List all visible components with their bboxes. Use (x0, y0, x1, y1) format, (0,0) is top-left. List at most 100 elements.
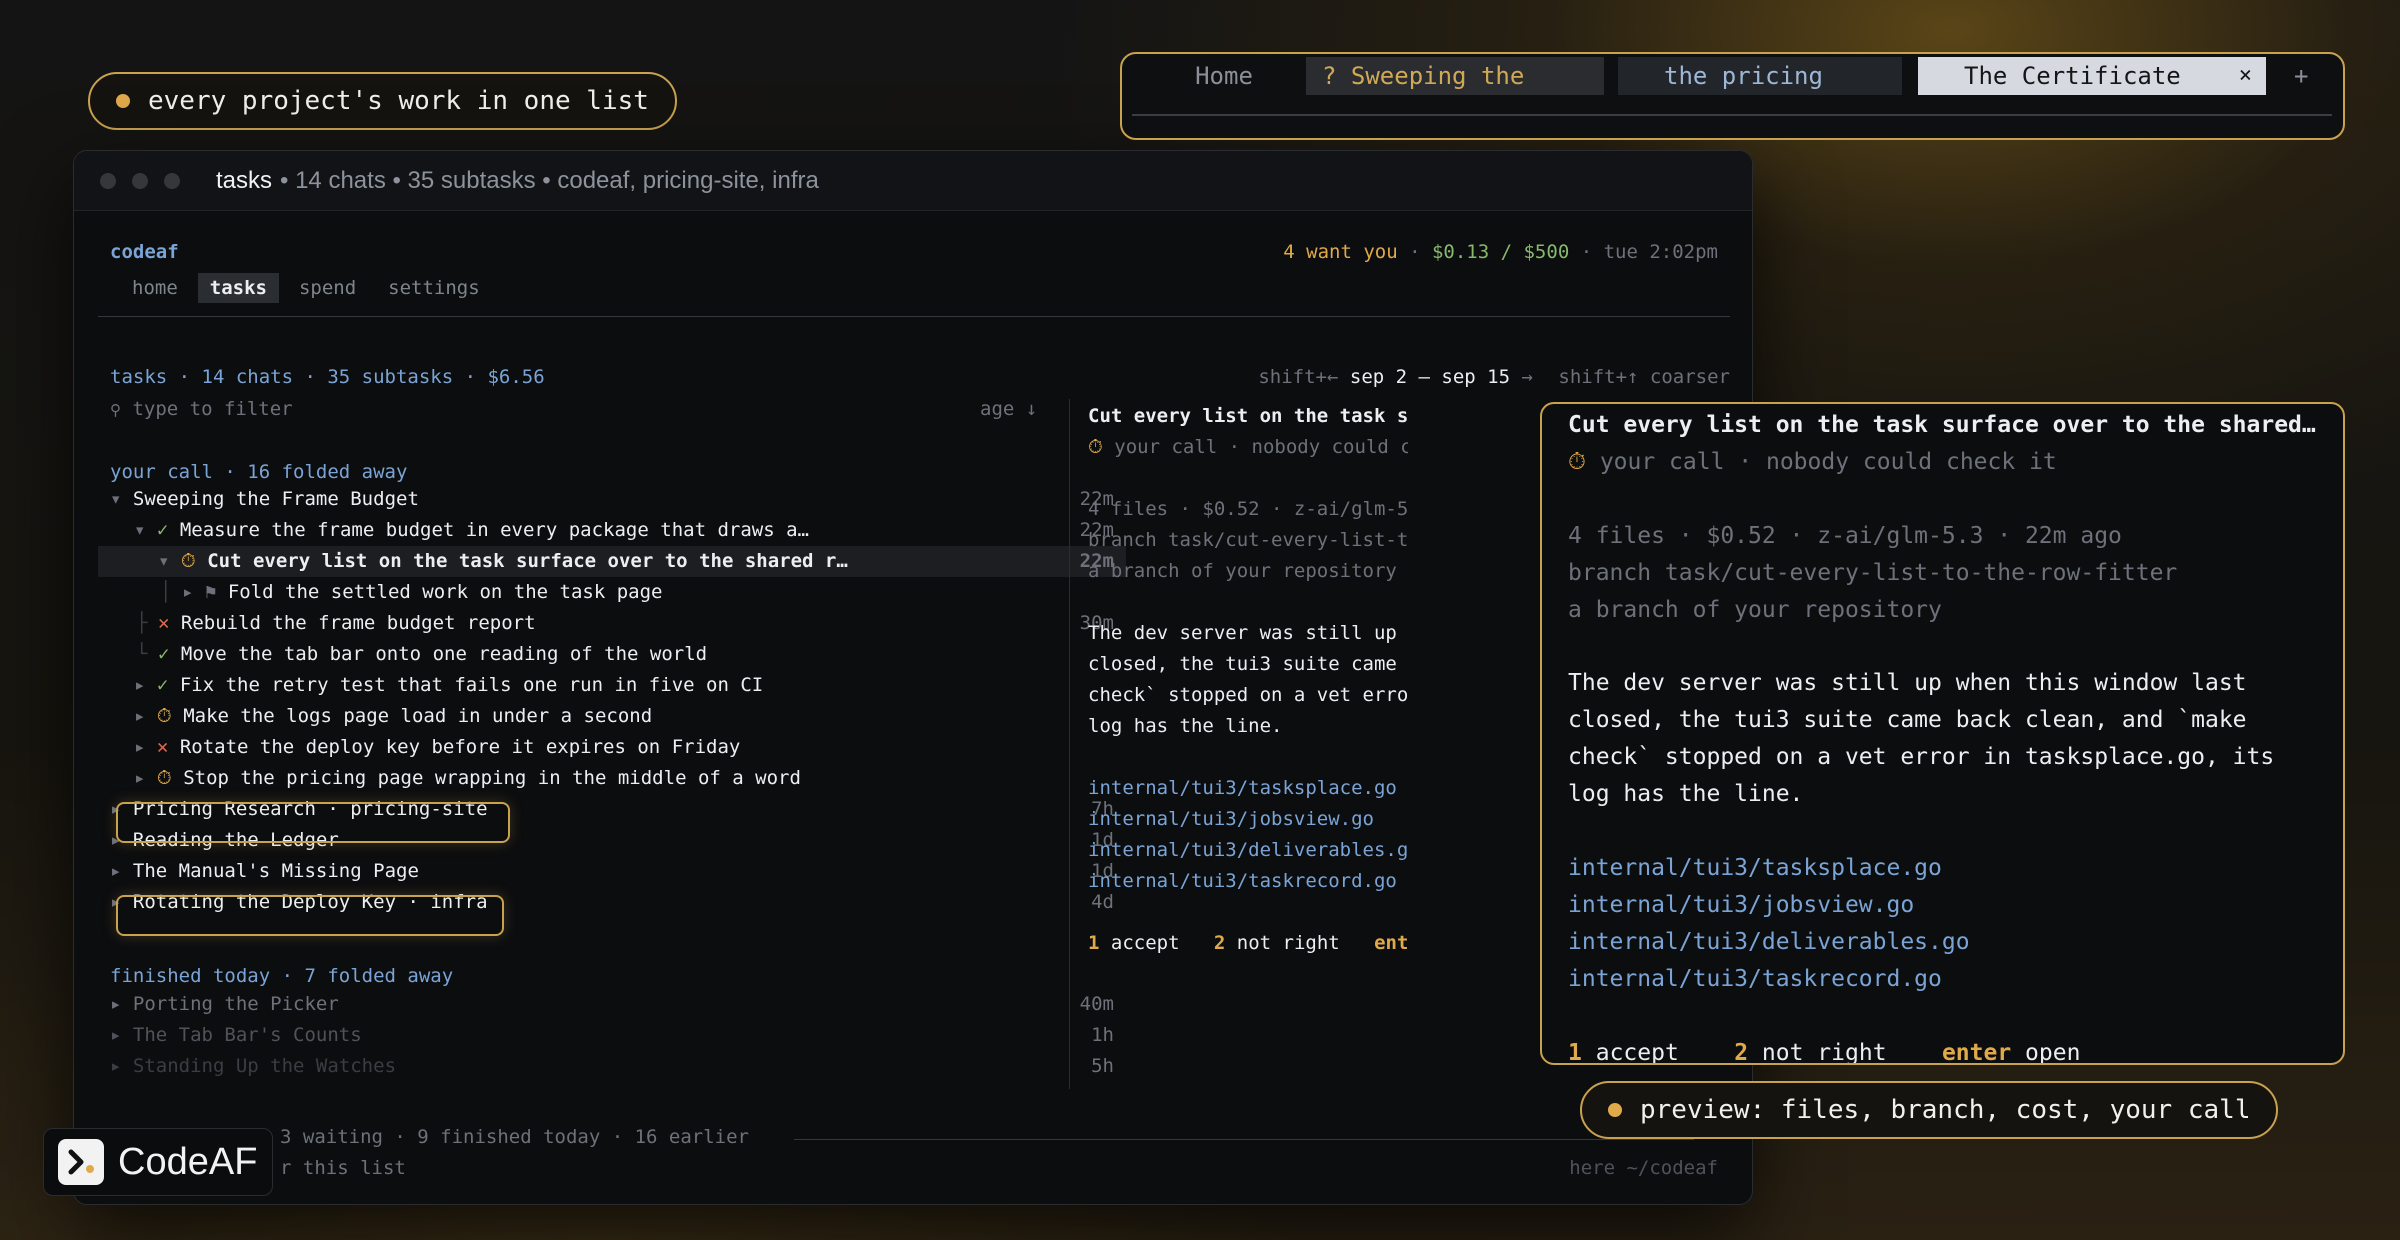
task-title: The Manual's Missing Page (132, 860, 419, 882)
tab-certificate[interactable]: The Certificate × (1918, 57, 2266, 95)
open-action[interactable]: enter open (1374, 932, 1408, 954)
minimize-dot[interactable] (132, 172, 148, 189)
preview-file-link[interactable]: internal/tui3/tasksplace.go (1568, 855, 1942, 881)
preview-body-line: log has the line. (1568, 781, 1804, 807)
range-next-hint[interactable]: → (1522, 366, 1533, 388)
tab-underline (1132, 114, 2332, 116)
file-link[interactable]: internal/tui3/taskrecord.go (1088, 866, 1408, 897)
filter-field[interactable]: ⚲ type to filter (110, 398, 293, 420)
accept-action[interactable]: 1 accept (1088, 932, 1180, 954)
want-you-count[interactable]: 4 want you (1283, 241, 1397, 263)
callout-text: preview: files, branch, cost, your call (1640, 1095, 2251, 1125)
preview-actions: 1 accept 2 not right enter open (1568, 1040, 2081, 1063)
expand-arrow-icon[interactable]: ▸ (134, 736, 145, 758)
task-row[interactable]: ▸ ✕ Rotate the deploy key before it expi… (98, 732, 1126, 763)
footer-hint: r this list (280, 1157, 406, 1179)
finished-row[interactable]: ▸ Porting the Picker 40m (98, 989, 1126, 1020)
task-title: Standing Up the Watches (132, 1055, 397, 1077)
footer-path: here ~/codeaf (1569, 1157, 1718, 1179)
expand-arrow-icon[interactable]: ▸ (134, 705, 145, 727)
task-row-selected[interactable]: ▾ ⏱ Cut every list on the task surface o… (98, 546, 1126, 577)
detail-pane: Cut every list on the task surface over … (1088, 401, 1408, 959)
preview-open-action[interactable]: enter open (1942, 1040, 2081, 1063)
task-title: Porting the Picker (132, 993, 339, 1015)
task-row[interactable]: ▸ ✓ Fix the retry test that fails one ru… (98, 670, 1126, 701)
file-link[interactable]: internal/tui3/deliverables.go (1088, 835, 1408, 866)
add-tab-icon[interactable]: + (2294, 57, 2324, 95)
search-icon: ⚲ (110, 401, 121, 419)
callout-preview: preview: files, branch, cost, your call (1580, 1081, 2279, 1139)
not-right-action[interactable]: 2 not right (1214, 932, 1340, 954)
task-row[interactable]: ▸ The Manual's Missing Page 1d (98, 856, 1126, 887)
tab-pricing[interactable]: the pricing (1618, 57, 1902, 95)
task-row[interactable]: ├ ✕ Rebuild the frame budget report 30m (98, 608, 1126, 639)
task-title: Fold the settled work on the task page (227, 581, 663, 603)
expand-arrow-icon[interactable]: ▾ (134, 519, 145, 541)
detail-body-line: log has the line. (1088, 715, 1283, 737)
expand-arrow-icon[interactable]: ▸ (134, 674, 145, 696)
expand-arrow-icon[interactable]: ▸ (110, 993, 121, 1015)
task-row[interactable]: ▾ ✓ Measure the frame budget in every pa… (98, 515, 1126, 546)
expand-arrow-icon[interactable]: ▸ (182, 581, 193, 603)
coarser-hint[interactable]: shift+↑ coarser (1558, 366, 1730, 388)
task-row[interactable]: │ ▸ ⚑ Fold the settled work on the task … (98, 577, 1126, 608)
task-title: Sweeping the Frame Budget (132, 488, 419, 510)
nav-spend[interactable]: spend (287, 273, 368, 303)
file-link[interactable]: internal/tui3/jobsview.go (1088, 804, 1408, 835)
check-icon: ✓ (156, 674, 169, 696)
date-range: shift+← sep 2 – sep 15 → shift+↑ coarser (1258, 366, 1730, 388)
task-title: The Tab Bar's Counts (132, 1024, 362, 1046)
range-prev-hint[interactable]: shift+← (1258, 366, 1338, 388)
detail-branch-note: a branch of your repository (1088, 560, 1397, 582)
preview-body-line: closed, the tui3 suite came back clean, … (1568, 707, 2247, 733)
expand-arrow-icon[interactable]: ▸ (110, 1024, 121, 1046)
window-title-strong: tasks (216, 166, 273, 194)
nav-settings[interactable]: settings (376, 273, 492, 303)
bullet-icon (1608, 1103, 1622, 1117)
expand-arrow-icon[interactable]: ▾ (110, 488, 121, 510)
preview-meta: 4 files · $0.52 · z-ai/glm-5.3 · 22m ago (1568, 523, 2122, 549)
tab-home[interactable]: Home (1154, 57, 1294, 95)
window-title-rest: • 14 chats • 35 subtasks • codeaf, prici… (280, 166, 819, 194)
tab-sweeping[interactable]: ? Sweeping the (1306, 57, 1604, 95)
task-title: Rebuild the frame budget report (180, 612, 536, 634)
expand-arrow-icon[interactable]: ▸ (134, 767, 145, 789)
preview-file-link[interactable]: internal/tui3/deliverables.go (1568, 929, 1970, 955)
pane-divider (1069, 399, 1070, 1089)
callout-text: every project's work in one list (148, 86, 649, 116)
list-summary: tasks · 14 chats · 35 subtasks · $6.56 (110, 366, 545, 388)
section-finished-today[interactable]: finished today · 7 folded away (110, 965, 453, 987)
project-highlight-infra (116, 895, 504, 936)
task-row[interactable]: ▸ ⏱ Stop the pricing page wrapping in th… (98, 763, 1126, 794)
header-divider (98, 316, 1730, 317)
section-your-call[interactable]: your call · 16 folded away (110, 461, 407, 483)
preview-file-link[interactable]: internal/tui3/jobsview.go (1568, 892, 1914, 918)
task-title: Cut every list on the task surface over … (207, 550, 848, 572)
sort-toggle[interactable]: age ↓ (980, 398, 1037, 420)
preview-body-line: check` stopped on a vet error in taskspl… (1568, 744, 2275, 770)
task-age: 1h (1091, 1024, 1114, 1046)
expand-arrow-icon[interactable]: ▾ (158, 550, 169, 572)
nav-home[interactable]: home (120, 273, 190, 303)
expand-arrow-icon[interactable]: ▸ (110, 1055, 121, 1077)
nav-tasks[interactable]: tasks (197, 273, 279, 303)
file-link[interactable]: internal/tui3/tasksplace.go (1088, 773, 1408, 804)
callout-every-project: every project's work in one list (88, 72, 677, 130)
preview-file-link[interactable]: internal/tui3/taskrecord.go (1568, 966, 1942, 992)
preview-not-right-action[interactable]: 2 not right (1734, 1040, 1886, 1063)
close-dot[interactable] (100, 172, 116, 189)
zoom-dot[interactable] (164, 172, 180, 189)
spend-budget: $0.13 / $500 (1431, 241, 1570, 263)
close-icon[interactable]: × (2239, 57, 2252, 95)
detail-meta: 4 files · $0.52 · z-ai/glm-5.3 · 22m a (1088, 498, 1408, 520)
finished-row[interactable]: ▸ Standing Up the Watches 5h (98, 1051, 1126, 1082)
preview-accept-action[interactable]: 1 accept (1568, 1040, 1679, 1063)
footer-status: 3 waiting · 9 finished today · 16 earlie… (280, 1126, 749, 1148)
expand-arrow-icon[interactable]: ▸ (110, 860, 121, 882)
task-row[interactable]: ▾ Sweeping the Frame Budget 22m (98, 484, 1126, 515)
task-row[interactable]: ▸ ⏱ Make the logs page load in under a s… (98, 701, 1126, 732)
logo-text: CodeAF (118, 1140, 258, 1183)
task-row[interactable]: └ ✓ Move the tab bar onto one reading of… (98, 639, 1126, 670)
finished-row[interactable]: ▸ The Tab Bar's Counts 1h (98, 1020, 1126, 1051)
flag-icon: ⚑ (204, 581, 217, 603)
